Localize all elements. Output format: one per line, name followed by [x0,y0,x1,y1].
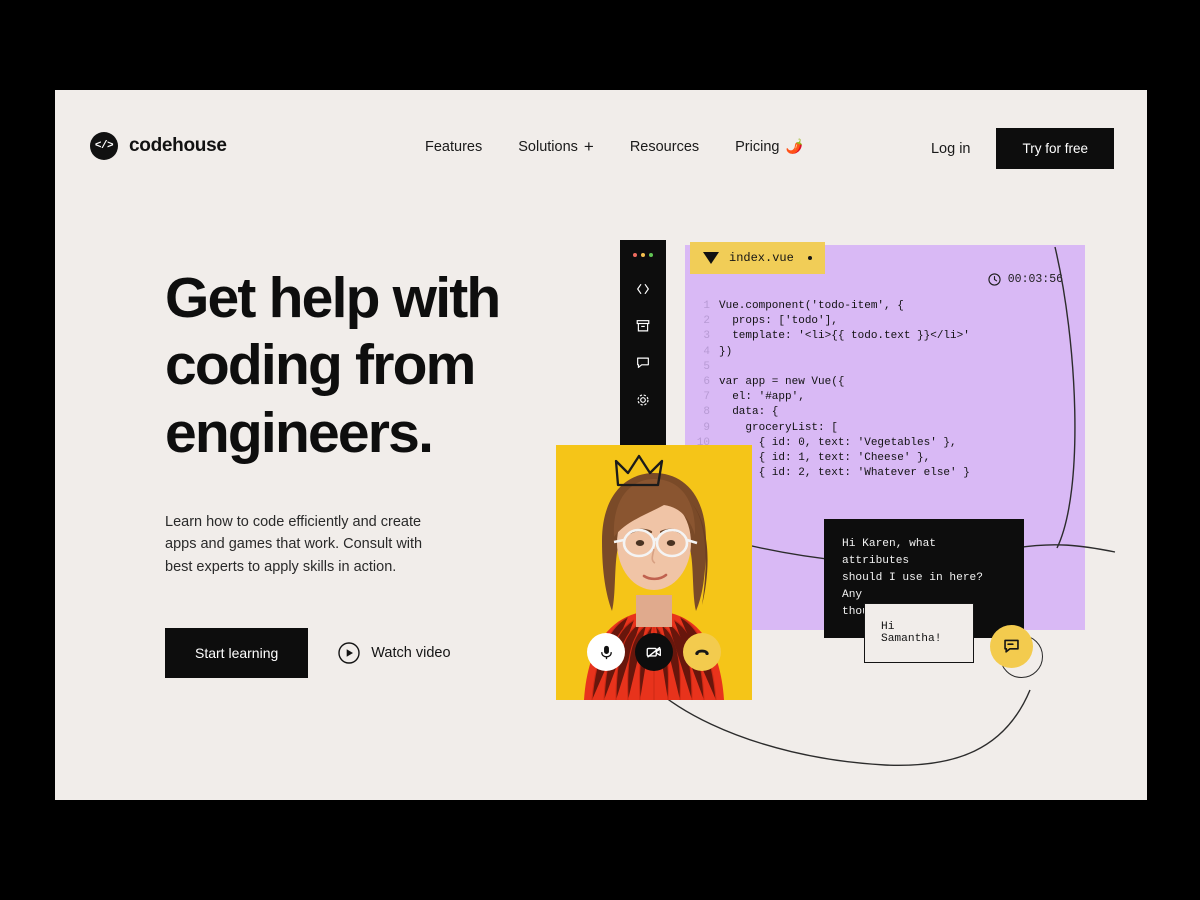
video-call-card[interactable] [556,445,752,700]
nav-label: Resources [629,138,700,155]
hero-actions: Start learning Watch video [165,628,585,679]
header-actions: Log in Try for free [931,128,1114,169]
login-link[interactable]: Log in [931,141,971,157]
site-header: </> codehouse Features Solutions + Resou… [55,90,1147,210]
nav-label: Features [425,138,483,155]
code-brackets-icon[interactable] [635,281,651,297]
maximize-dot-icon[interactable] [649,253,653,257]
minimize-dot-icon[interactable] [641,253,645,257]
start-learning-button[interactable]: Start learning [165,628,309,679]
chili-pepper-icon: 🌶️ [785,138,803,154]
camera-button[interactable] [635,633,673,671]
nav-item-pricing[interactable]: Pricing 🌶️ [735,138,803,155]
phone-hangup-icon [695,649,709,656]
chat-message-outgoing: Hi Samantha! [864,603,974,663]
timer-value: 00:03:56 [1007,273,1063,286]
archive-box-icon[interactable] [635,318,651,334]
code-slash-icon: </> [90,132,118,160]
vue-logo-icon [703,252,719,264]
call-controls [556,633,752,671]
watch-video-button[interactable]: Watch video [338,642,451,664]
page-frame: </> codehouse Features Solutions + Resou… [55,90,1147,800]
chat-bubble-icon[interactable] [635,355,651,371]
code-content[interactable]: Vue.component('todo-item', { props: ['to… [719,299,970,527]
chat-bubble-icon [1004,639,1019,653]
editor-tab-index-vue[interactable]: index.vue [690,242,825,274]
gear-icon[interactable] [635,392,651,408]
chat-fab-button[interactable] [990,625,1033,668]
ide-sidebar [620,240,666,447]
nav-item-features[interactable]: Features [425,139,482,155]
camera-off-icon [646,646,661,658]
nav-label: Pricing [735,138,780,155]
page-title: Get help with coding from engineers. [165,266,501,465]
nav-item-solutions[interactable]: Solutions + [518,138,594,155]
tab-label: index.vue [729,251,794,265]
session-timer: 00:03:56 [988,273,1063,286]
hero-content: Get help with coding from engineers. Lea… [165,265,585,679]
clock-icon [988,273,1001,286]
crown-doodle-icon [614,454,664,487]
try-for-free-button[interactable]: Try for free [996,128,1114,169]
plus-icon: + [583,137,594,156]
microphone-icon [600,645,612,659]
ide-sidebar-icons [635,281,651,408]
main-navigation: Features Solutions + Resources Pricing 🌶… [425,138,803,155]
watch-video-label: Watch video [371,645,451,662]
window-controls [633,253,653,257]
nav-item-resources[interactable]: Resources [630,139,699,155]
play-circle-icon [338,642,360,664]
unsaved-dot-icon [808,256,812,260]
nav-label: Solutions [518,138,578,155]
brand-name: codehouse [129,135,227,156]
end-call-button[interactable] [683,633,721,671]
brand-logo[interactable]: </> codehouse [90,132,227,160]
hero-subtitle: Learn how to code efficiently and create… [165,513,423,575]
microphone-button[interactable] [587,633,625,671]
close-dot-icon[interactable] [633,253,637,257]
